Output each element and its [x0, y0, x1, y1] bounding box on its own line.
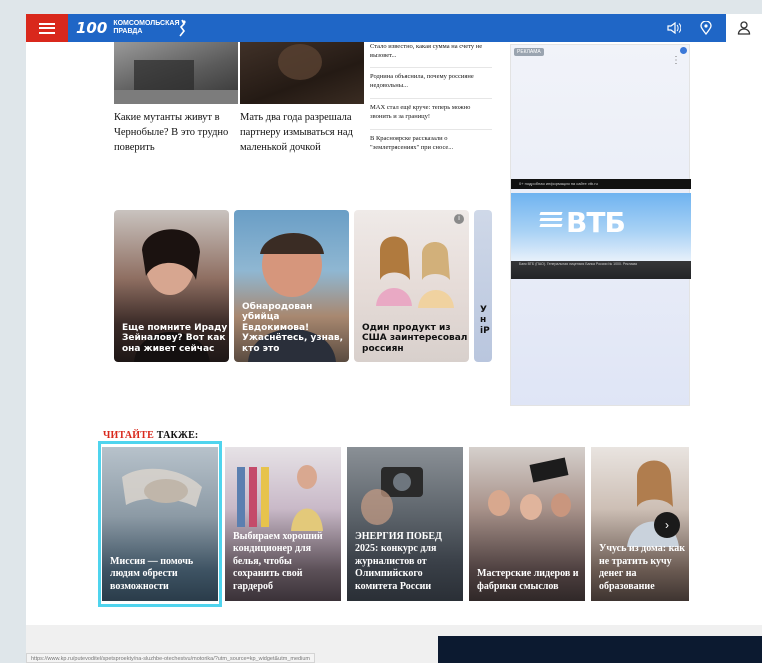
news-card-title-1[interactable]: Какие мутанты живут в Чернобыле? В это т… [114, 110, 232, 155]
ad-disclaimer: 0+ подробная информация на сайте vtb.ru [511, 179, 691, 189]
read-also-card-3[interactable]: ЭНЕРГИЯ ПОБЕД 2025: конкурс для журналис… [347, 447, 463, 601]
ad-legal-ticker: Банк ВТБ (ПАО). Генеральная лицензия Бан… [511, 261, 691, 279]
logo-number: 100 [76, 19, 108, 37]
next-slide-button[interactable]: › [654, 512, 680, 538]
promo-text-2: Обнародован убийца Евдокимова! Ужаснётес… [242, 301, 344, 354]
site-logo[interactable]: 100 Комсомольская правда [76, 18, 189, 38]
more-options-icon[interactable]: ⋮ [671, 55, 681, 66]
hamburger-icon [39, 22, 55, 34]
news-list: Стало известно, какая сумма на счету не … [370, 42, 492, 161]
news-card-title-2[interactable]: Мать два года разрешала партнеру измыват… [240, 110, 358, 155]
selection-highlight [98, 441, 222, 607]
read-also-heading: ЧИТАЙТЕ ТАКЖЕ: [103, 430, 199, 441]
ad-brand-logo: ВТБ [566, 206, 626, 239]
promo-card-4[interactable]: У н iP [474, 210, 492, 362]
ad-label: РЕКЛАМА [514, 48, 544, 56]
promo-card-2[interactable]: Обнародован убийца Евдокимова! Ужаснётес… [234, 210, 349, 362]
menu-button[interactable] [26, 14, 68, 42]
news-card-image-1[interactable] [114, 42, 238, 104]
read-also-card-2[interactable]: Выбираем хороший кондиционер для белья, … [225, 447, 341, 601]
promo-text-1: Еще помните Ираду Зейналову? Вот как она… [122, 322, 228, 354]
list-item[interactable]: MAX стал ещё круче: теперь можно звонить… [370, 99, 492, 130]
site-header: 100 Комсомольская правда [26, 14, 762, 42]
status-bar-url: https://www.kp.ru/putevoditel/spetsproek… [26, 653, 315, 663]
speaker-icon[interactable] [666, 20, 682, 36]
logo-wordmark: Комсомольская правда [113, 20, 180, 35]
list-item[interactable]: Роднина объяснила, почему россияне недов… [370, 68, 492, 99]
promo-card-1[interactable]: Еще помните Ираду Зейналову? Вот как она… [114, 210, 229, 362]
read-also-title-4: Мастерские лидеров и фабрики смыслов [477, 568, 579, 592]
user-account-button[interactable] [726, 14, 762, 42]
read-also-title-2: Выбираем хороший кондиционер для белья, … [233, 530, 323, 592]
list-item[interactable]: Стало известно, какая сумма на счету не … [370, 42, 492, 68]
vtb-logo-stripes-icon [539, 212, 563, 230]
logo-emblem-icon [179, 19, 186, 37]
read-also-title-3: ЭНЕРГИЯ ПОБЕД 2025: конкурс для журналис… [355, 530, 442, 592]
user-icon [737, 21, 751, 35]
read-also-title-5: Учусь из дома: как не тратить кучу денег… [599, 543, 685, 592]
promo-card-3[interactable]: i Один продукт из США заинтересовал росс… [354, 210, 469, 362]
promo-text-3: Один продукт из США заинтересовал россия… [362, 322, 468, 354]
dark-overlay-panel [438, 636, 762, 663]
read-also-card-4[interactable]: Мастерские лидеров и фабрики смыслов [469, 447, 585, 601]
chevron-right-icon: › [665, 518, 669, 532]
list-item[interactable]: В Красноярске рассказали о "землетрясени… [370, 130, 492, 161]
news-card-image-2[interactable] [240, 42, 364, 104]
promo-text-4: У н iP [480, 304, 490, 336]
location-pin-icon[interactable] [698, 20, 714, 36]
browser-page: 100 Комсомольская правда Какие мутанты ж… [26, 14, 762, 663]
info-icon[interactable] [680, 47, 687, 54]
